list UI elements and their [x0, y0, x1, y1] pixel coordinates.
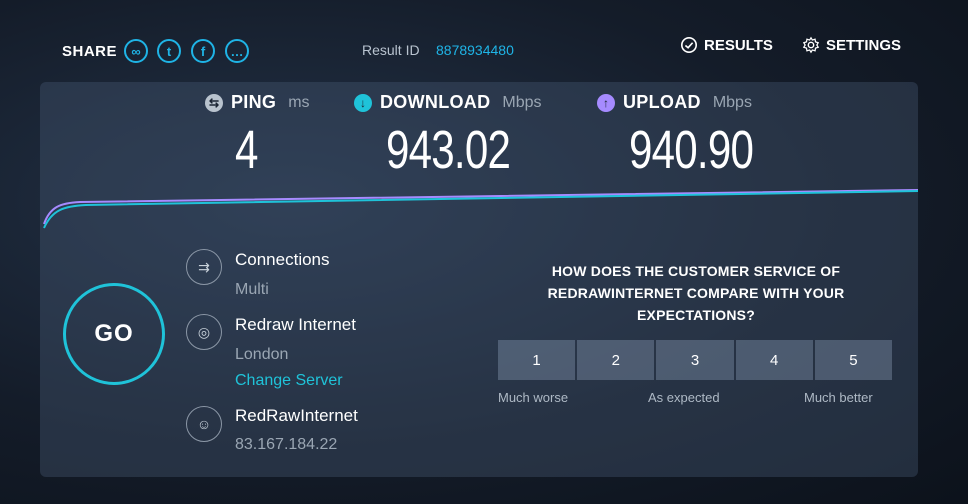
upload-label: UPLOAD: [623, 92, 701, 112]
rating-scale: 1 2 3 4 5: [498, 340, 893, 380]
connections-value[interactable]: Multi: [235, 281, 269, 299]
ping-metric: ⇆ PING ms 4: [205, 92, 310, 181]
speed-graph: [43, 189, 918, 229]
upload-graph-line: [43, 189, 918, 225]
ping-icon: ⇆: [205, 93, 223, 112]
download-metric: ↓ DOWNLOAD Mbps 943.02: [354, 92, 545, 181]
rating-option-5[interactable]: 5: [814, 340, 893, 380]
rating-label-mid: As expected: [648, 390, 720, 405]
rating-label-high: Much better: [804, 390, 873, 405]
rating-label-low: Much worse: [498, 390, 569, 405]
provider-ip: 83.167.184.22: [235, 436, 338, 453]
top-bar: SHARE ∞ t f … Result ID 8878934480 RESUL…: [0, 0, 968, 90]
more-icon[interactable]: …: [225, 39, 249, 63]
go-button[interactable]: GO: [63, 283, 165, 385]
checkmark-circle-icon: [680, 36, 698, 54]
link-icon[interactable]: ∞: [124, 39, 148, 63]
rating-option-4[interactable]: 4: [735, 340, 813, 380]
results-button[interactable]: RESULTS: [680, 36, 773, 54]
connections-label: Connections: [235, 250, 330, 269]
result-id-value[interactable]: 8878934480: [436, 42, 514, 58]
ping-value: 4: [235, 120, 258, 180]
gear-icon: [802, 36, 820, 54]
settings-label: SETTINGS: [826, 36, 902, 54]
result-id-label: Result ID: [362, 42, 420, 58]
upload-metric: ↑ UPLOAD Mbps 940.90: [597, 92, 788, 181]
rating-option-3[interactable]: 3: [656, 340, 734, 380]
connections-icon: ⇉: [186, 249, 222, 285]
facebook-icon[interactable]: f: [191, 39, 215, 63]
rating-option-2[interactable]: 2: [577, 340, 655, 380]
settings-button[interactable]: SETTINGS: [802, 36, 901, 54]
provider-name: RedRawInternet: [235, 406, 358, 425]
rating-option-1[interactable]: 1: [498, 340, 576, 380]
results-label: RESULTS: [704, 36, 773, 54]
upload-icon: ↑: [597, 93, 615, 112]
globe-icon: ◎: [186, 314, 222, 350]
server-name: Redraw Internet: [235, 315, 356, 334]
twitter-icon[interactable]: t: [157, 39, 181, 63]
change-server-link[interactable]: Change Server: [235, 372, 343, 390]
download-unit: Mbps: [502, 93, 542, 111]
survey-question: HOW DOES THE CUSTOMER SERVICE OF REDRAWI…: [547, 263, 845, 323]
upload-value: 940.90: [629, 120, 754, 180]
download-icon: ↓: [354, 93, 372, 112]
download-value: 943.02: [386, 120, 511, 180]
ping-label: PING: [231, 92, 277, 112]
server-location: London: [235, 346, 289, 363]
user-icon: ☺: [186, 406, 222, 442]
ping-unit: ms: [288, 93, 310, 111]
upload-unit: Mbps: [712, 93, 752, 111]
download-label: DOWNLOAD: [380, 92, 491, 112]
share-label: SHARE: [62, 43, 118, 60]
